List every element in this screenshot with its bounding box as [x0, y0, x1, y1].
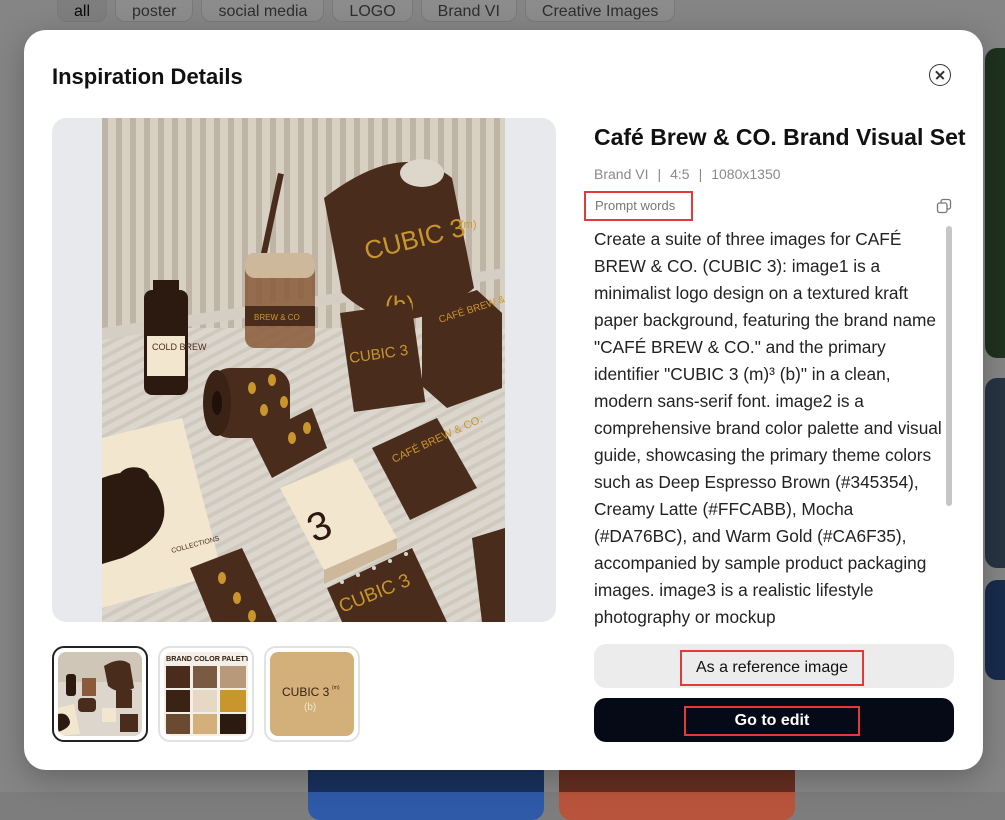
logo-thumb-sup: (m) [332, 685, 340, 691]
inspiration-details-modal: Inspiration Details CUBIC 3 (m) BREW & C… [24, 30, 983, 770]
meta-ratio: 4:5 [670, 166, 690, 182]
meta-category: Brand VI [594, 166, 649, 182]
meta-separator: | [698, 166, 703, 182]
thumbnail-image: BRAND COLOR PALETTE [164, 652, 248, 736]
logo-thumb-sub: (b) [304, 702, 316, 713]
thumbnail-1[interactable] [52, 646, 148, 742]
prompt-text: Create a suite of three images for CAFÉ … [594, 229, 942, 627]
thumbnail-3[interactable]: CUBIC 3 (m) (b) [264, 646, 360, 742]
scrollbar-thumb[interactable] [946, 226, 952, 506]
modal-title: Inspiration Details [52, 64, 243, 89]
main-preview: CUBIC 3 (m) (b) BREW & CO COLD BREW CUBI… [52, 118, 556, 622]
glass-label: BREW & CO [254, 313, 300, 322]
detail-title: Café Brew & CO. Brand Visual Set [594, 124, 966, 150]
go-to-edit-button[interactable]: Go to edit [594, 698, 954, 742]
thumbnail-image: CUBIC 3 (m) (b) [270, 652, 354, 736]
logo-thumb-text: CUBIC 3 [282, 685, 330, 699]
reference-image-label: As a reference image [680, 650, 864, 686]
bottle-label: COLD BREW [152, 342, 207, 352]
preview-image: CUBIC 3 (m) (b) BREW & CO COLD BREW CUBI… [102, 118, 505, 622]
thumbnail-2[interactable]: BRAND COLOR PALETTE [158, 646, 254, 742]
prompt-scrollbar[interactable] [946, 226, 952, 628]
cup-sleeve-sup: (m) [460, 219, 477, 231]
thumbnail-image [58, 652, 142, 736]
big-number: 3 [114, 454, 154, 534]
copy-icon[interactable] [936, 198, 952, 214]
go-to-edit-label: Go to edit [684, 706, 860, 736]
close-icon[interactable] [929, 64, 951, 86]
prompt-words-label: Prompt words [584, 191, 693, 221]
reference-image-button[interactable]: As a reference image [594, 644, 954, 688]
palette-title: BRAND COLOR PALETTE [166, 654, 248, 663]
meta-row: Brand VI | 4:5 | 1080x1350 [594, 166, 781, 182]
meta-separator: | [657, 166, 662, 182]
meta-size: 1080x1350 [711, 166, 781, 182]
